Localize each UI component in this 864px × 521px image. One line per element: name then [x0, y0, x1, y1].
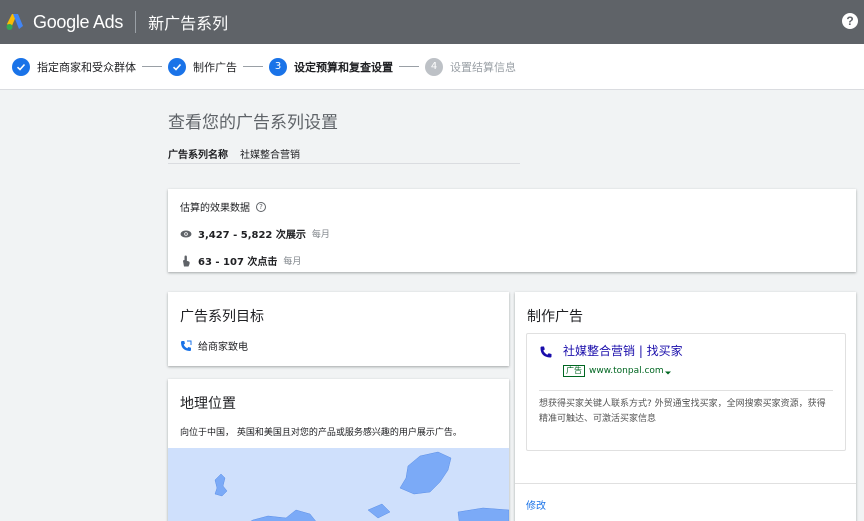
impressions-row: 3,427 - 5,822 次展示 每月	[180, 226, 844, 241]
campaign-name-row: 广告系列名称 社媒整合营销	[168, 146, 520, 164]
impressions-value: 3,427 - 5,822 次展示	[198, 230, 306, 241]
section-heading: 查看您的广告系列设置	[168, 113, 338, 133]
step-business-audience[interactable]: 指定商家和受众群体	[12, 57, 136, 76]
ad-headline-row: 社媒整合营销 | 找买家	[539, 342, 833, 359]
progress-stepper: 指定商家和受众群体 制作广告 3 设定预算和复查设置 4 设置结算信息	[0, 44, 864, 90]
ad-display-url[interactable]: www.tonpal.com	[589, 366, 664, 376]
clicks-value: 63 - 107 次点击	[198, 257, 278, 268]
estimates-header: 估算的效果数据 ?	[180, 199, 844, 214]
step-label: 设置结算信息	[450, 60, 516, 74]
touch-icon	[180, 255, 192, 267]
step-create-ad[interactable]: 制作广告	[168, 57, 237, 76]
page-title: 新广告系列	[148, 14, 229, 33]
ad-headline[interactable]: 社媒整合营销 | 找买家	[563, 342, 683, 359]
ad-divider	[539, 390, 833, 391]
help-icon[interactable]: ?	[256, 201, 266, 212]
estimates-title: 估算的效果数据	[180, 203, 250, 214]
create-ad-card: 制作广告 社媒整合营销 | 找买家 广告 www.tonpal.com 想获得买…	[515, 292, 856, 521]
google-ads-logo-icon[interactable]	[5, 12, 25, 32]
campaign-goal-card[interactable]: 广告系列目标 给商家致电	[168, 292, 509, 366]
ad-url-row: 广告 www.tonpal.com	[563, 361, 833, 380]
help-icon[interactable]: ?	[842, 13, 858, 29]
eye-icon	[180, 228, 192, 240]
top-bar: Google Ads 新广告系列 ?	[0, 0, 864, 44]
ad-preview: 社媒整合营销 | 找买家 广告 www.tonpal.com 想获得买家关键人联…	[526, 333, 846, 451]
card-title: 广告系列目标	[180, 309, 264, 325]
card-title: 地理位置	[180, 396, 236, 412]
step-connector	[243, 66, 263, 67]
brand-name[interactable]: Google Ads	[33, 12, 123, 33]
clicks-row: 63 - 107 次点击 每月	[180, 253, 844, 268]
step-number: 4	[425, 57, 443, 76]
phone-call-icon	[180, 340, 192, 352]
estimates-card: 估算的效果数据 ? 3,427 - 5,822 次展示 每月 63 - 107 …	[168, 189, 856, 272]
location-card[interactable]: 地理位置 向位于中国， 英国和美国且对您的产品或服务感兴趣的用户展示广告。	[168, 379, 509, 521]
dropdown-arrow-icon[interactable]	[664, 361, 672, 380]
card-divider	[515, 483, 856, 484]
location-description: 向位于中国， 英国和美国且对您的产品或服务感兴趣的用户展示广告。	[180, 428, 462, 438]
header-divider	[135, 11, 137, 33]
check-icon	[12, 57, 30, 76]
step-connector	[399, 66, 419, 67]
step-number: 3	[269, 57, 287, 76]
edit-ad-link[interactable]: 修改	[526, 497, 546, 512]
clicks-period: 每月	[283, 257, 302, 267]
impressions-period: 每月	[311, 230, 330, 240]
step-label: 指定商家和受众群体	[37, 60, 136, 74]
check-icon	[168, 57, 186, 76]
goal-value: 给商家致电	[198, 342, 248, 353]
step-billing: 4 设置结算信息	[425, 57, 516, 76]
step-label: 制作广告	[193, 60, 237, 74]
location-map[interactable]	[168, 448, 509, 521]
ad-description: 想获得买家关键人联系方式? 外贸通宝找买家，全网搜索买家资源，获得精准可触达、可…	[539, 399, 826, 424]
step-label: 设定预算和复查设置	[294, 60, 393, 74]
card-title: 制作广告	[527, 309, 583, 325]
step-budget-review[interactable]: 3 设定预算和复查设置	[269, 57, 393, 76]
campaign-name-label: 广告系列名称	[168, 150, 228, 161]
step-connector	[142, 66, 162, 67]
phone-icon	[539, 344, 553, 358]
ad-badge: 广告	[563, 364, 585, 377]
goal-row: 给商家致电	[180, 338, 497, 353]
campaign-name-value[interactable]: 社媒整合营销	[240, 146, 300, 163]
